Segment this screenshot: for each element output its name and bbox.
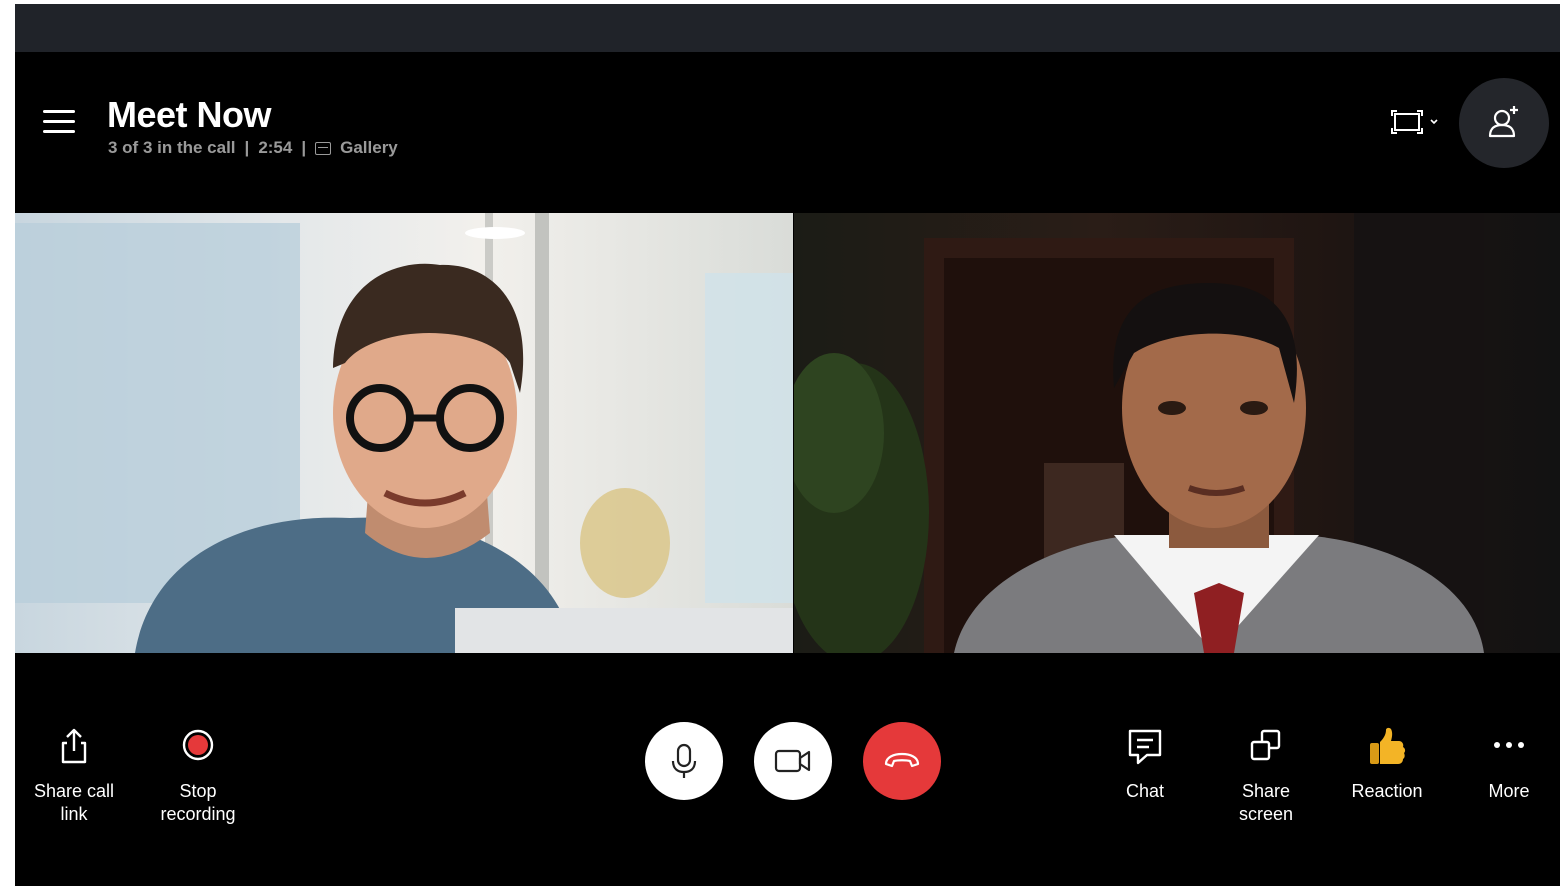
more-label: More — [1488, 781, 1530, 801]
participant-count: 3 of 3 in the call — [108, 138, 236, 157]
toggle-video-button[interactable] — [754, 722, 832, 800]
chat-button[interactable]: Chat — [1090, 726, 1200, 803]
share-screen-button[interactable]: Share screen — [1211, 726, 1321, 826]
add-person-icon — [1488, 106, 1518, 138]
hamburger-menu-button[interactable] — [43, 108, 77, 136]
call-window: Meet Now 3 of 3 in the call | 2:54 | Gal… — [15, 4, 1560, 886]
mute-microphone-button[interactable] — [645, 722, 723, 800]
record-icon — [182, 729, 214, 761]
chat-label: Chat — [1125, 781, 1165, 801]
participant-video-feed — [794, 213, 1484, 653]
view-mode-toggle[interactable]: Gallery — [315, 138, 398, 158]
video-camera-icon — [774, 749, 811, 773]
status-separator: | — [301, 138, 307, 157]
share-call-link-label: Share call link — [33, 781, 115, 824]
menu-line — [43, 130, 75, 133]
call-status: 3 of 3 in the call | 2:54 | Gallery — [108, 138, 398, 158]
stop-recording-button[interactable]: Stop recording — [143, 726, 253, 826]
more-dots-icon — [1494, 742, 1524, 748]
view-mode-label: Gallery — [340, 138, 398, 157]
reaction-label: Reaction — [1351, 781, 1423, 801]
window-titlebar — [15, 4, 1560, 52]
fullscreen-frame-icon — [1391, 110, 1438, 134]
chat-icon — [1128, 729, 1162, 765]
menu-line — [43, 110, 75, 113]
menu-line — [43, 120, 75, 123]
gallery-icon — [315, 141, 332, 155]
share-screen-label: Share screen — [1238, 781, 1294, 824]
end-call-button[interactable] — [863, 722, 941, 800]
participant-video-tile[interactable] — [15, 213, 793, 653]
call-duration: 2:54 — [258, 138, 293, 157]
stop-recording-label: Stop recording — [160, 781, 236, 824]
participant-video-feed — [15, 213, 793, 653]
reaction-button[interactable]: Reaction — [1332, 726, 1442, 803]
status-separator: | — [244, 138, 250, 157]
microphone-icon — [671, 743, 697, 778]
layout-switch-button[interactable] — [1387, 107, 1441, 137]
thumbs-up-icon — [1370, 727, 1406, 764]
share-screen-icon — [1250, 729, 1281, 761]
add-participant-button[interactable] — [1459, 78, 1549, 168]
call-title: Meet Now — [107, 94, 272, 135]
video-gallery — [15, 213, 1560, 653]
participant-video-tile[interactable] — [794, 213, 1560, 653]
end-call-icon — [884, 752, 920, 768]
share-icon — [61, 728, 87, 764]
share-call-link-button[interactable]: Share call link — [19, 726, 129, 826]
more-options-button[interactable]: More — [1454, 726, 1560, 803]
